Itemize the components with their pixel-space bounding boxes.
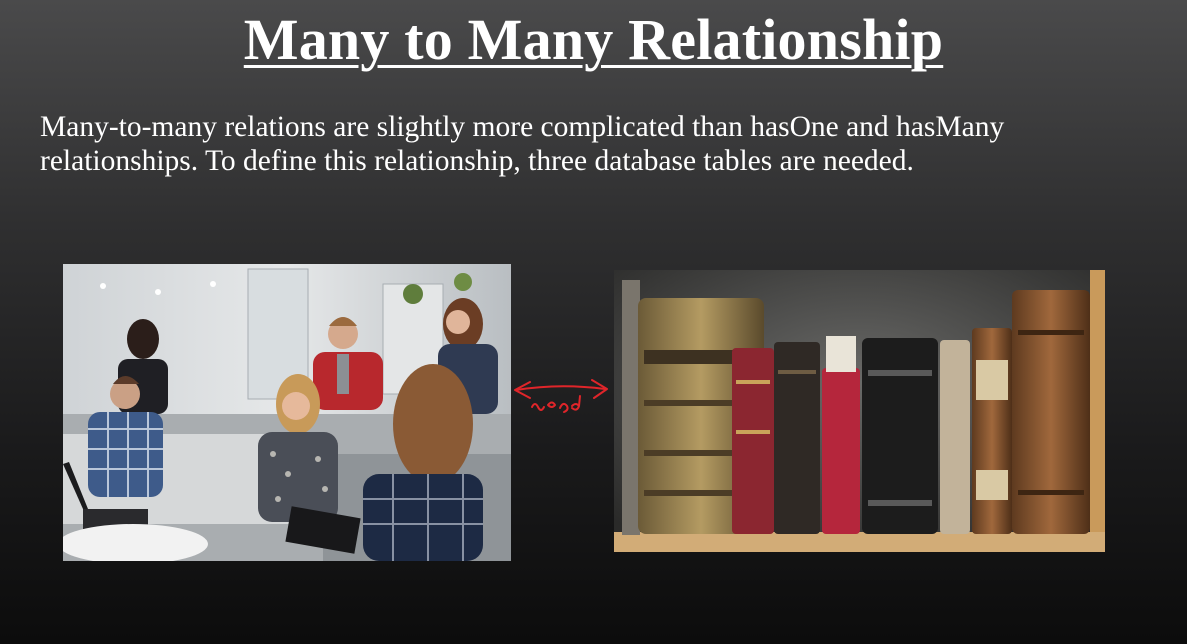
old-books-photo: [614, 270, 1105, 552]
old-books-illustration: [614, 270, 1105, 552]
red-handwritten-double-arrow-icon: [514, 379, 608, 413]
people-meeting-illustration: [63, 264, 511, 561]
slide-title: Many to Many Relationship: [243, 7, 944, 72]
slide-body-text: Many-to-many relations are slightly more…: [40, 111, 1005, 177]
people-meeting-photo: [63, 264, 511, 561]
red-double-arrow-annotation: [510, 370, 614, 420]
